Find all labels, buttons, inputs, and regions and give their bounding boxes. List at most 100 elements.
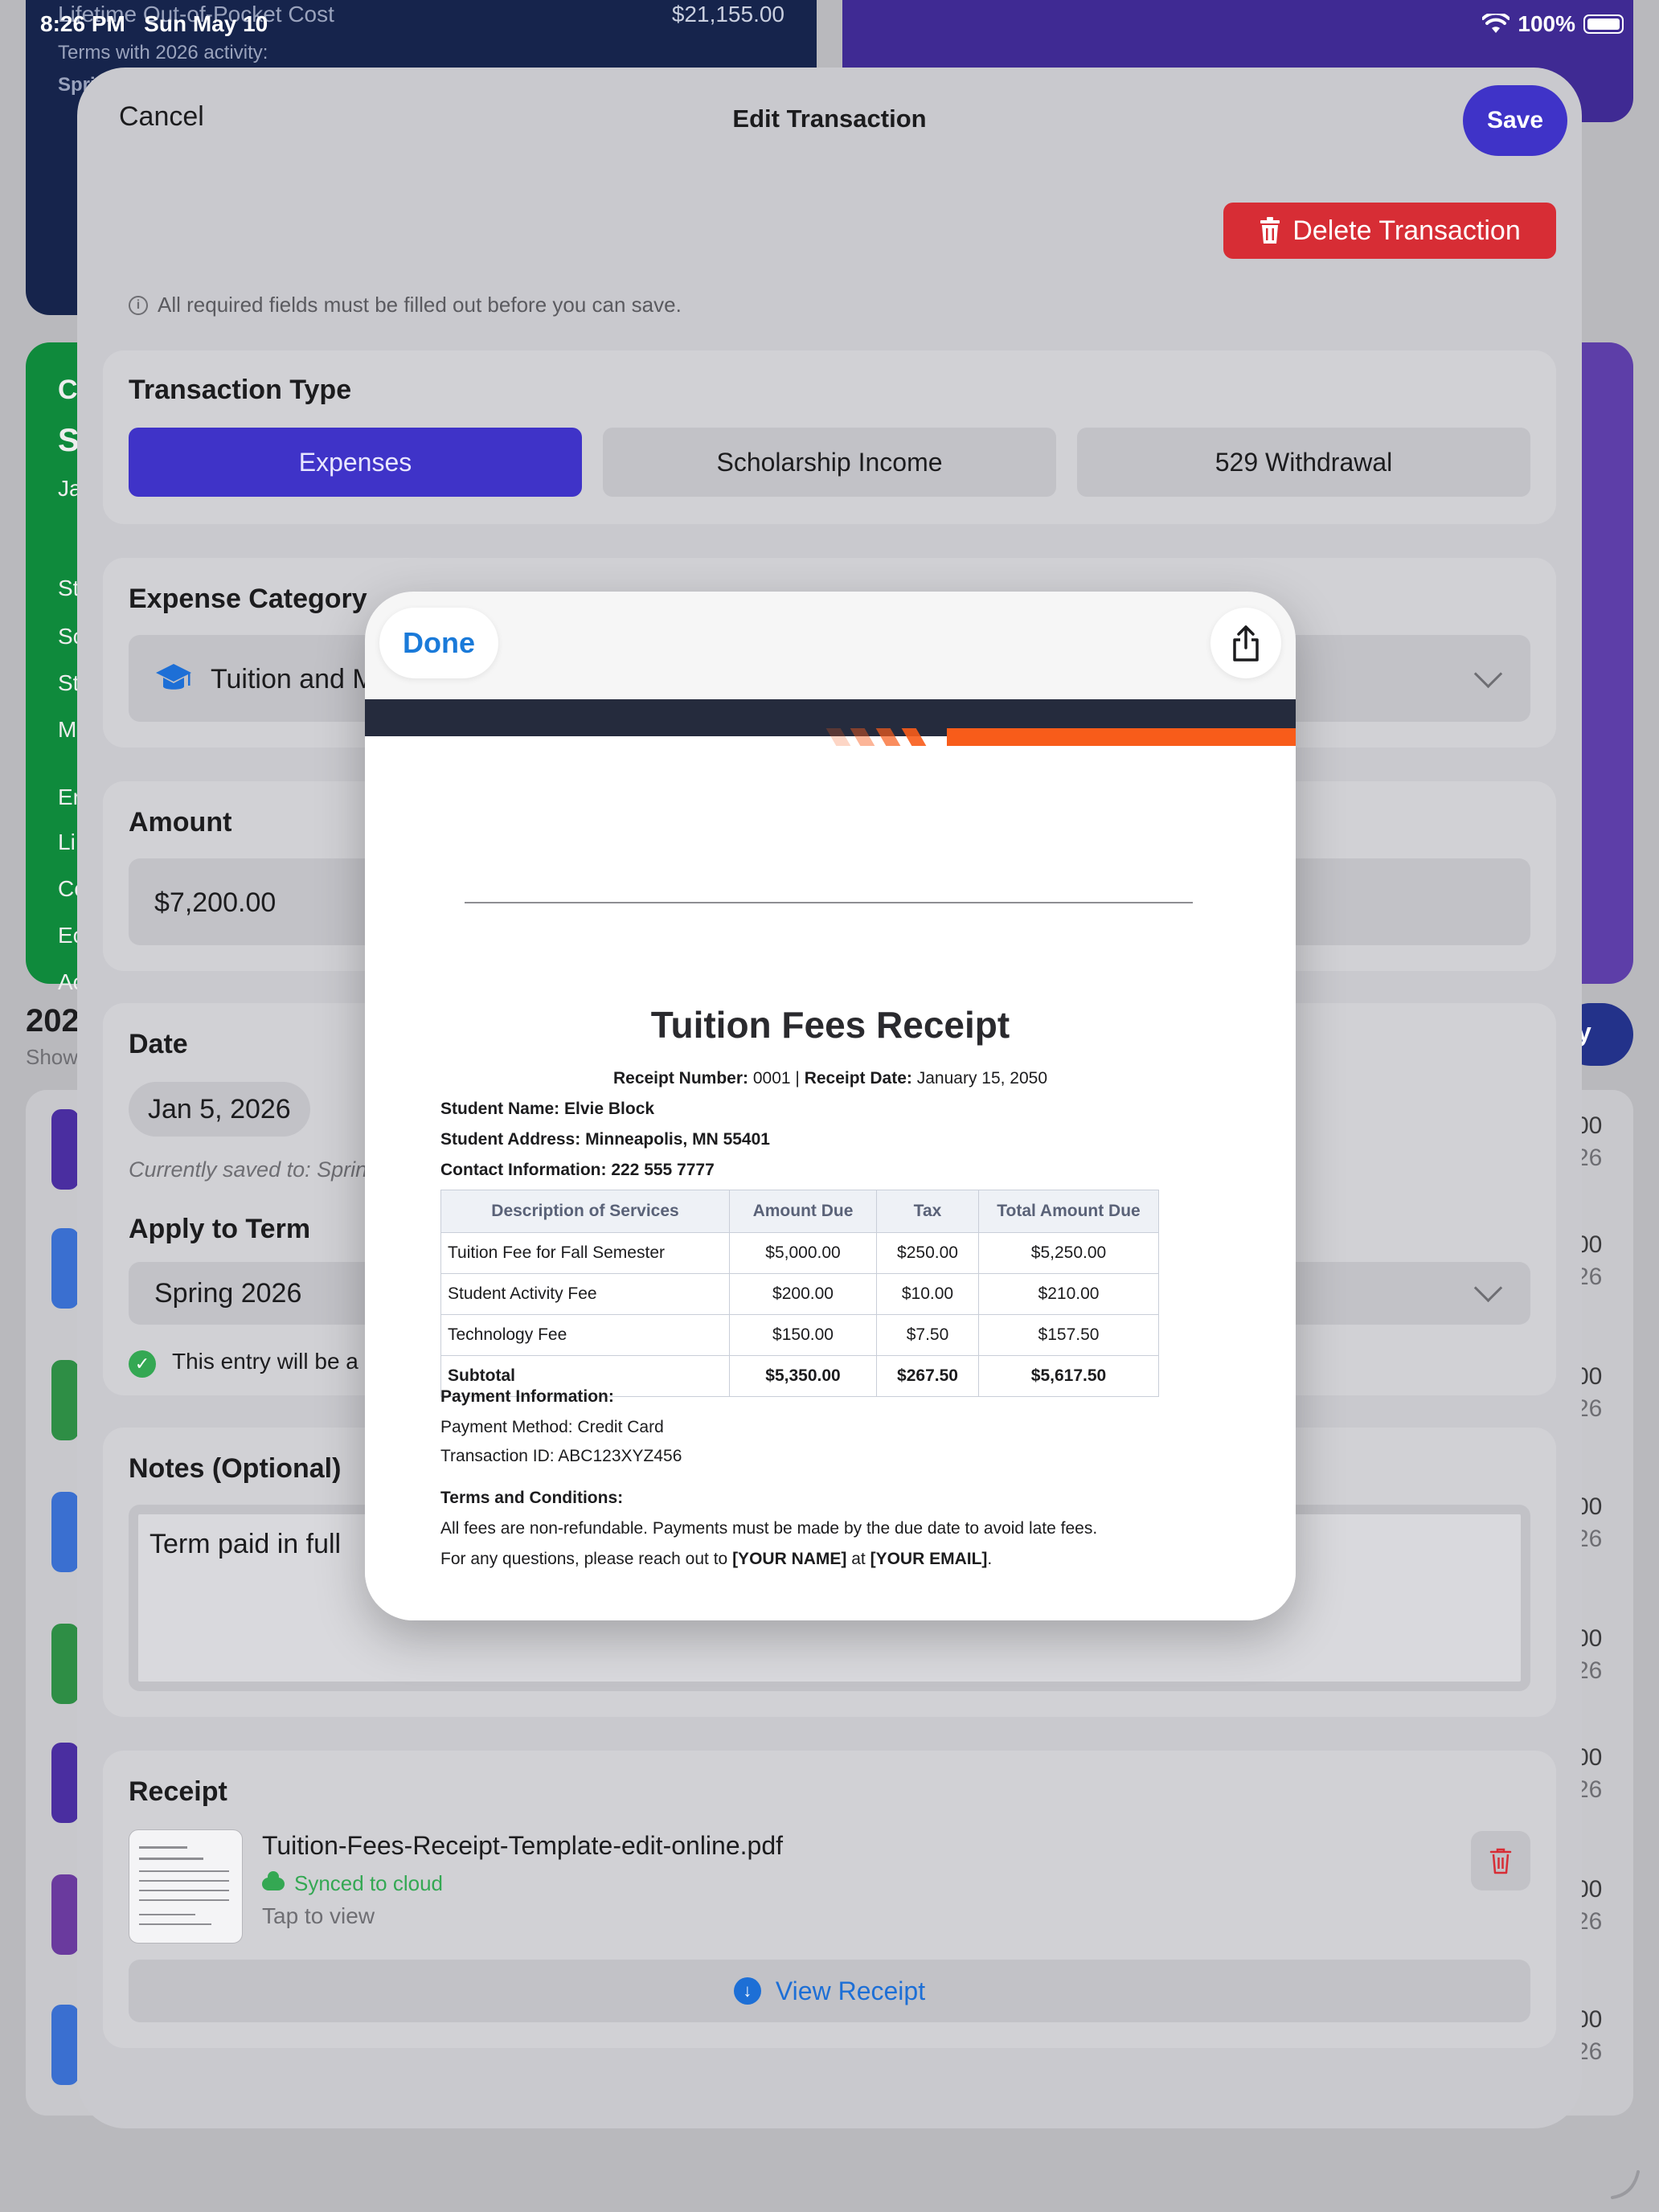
doc-terms-title: Terms and Conditions:	[440, 1489, 624, 1507]
type-529-withdrawal-tab[interactable]: 529 Withdrawal	[1077, 428, 1530, 497]
required-fields-text: All required fields must be filled out b…	[158, 293, 682, 317]
wifi-icon	[1482, 14, 1510, 33]
green-card-letter: C	[58, 375, 78, 405]
doc-title: Tuition Fees Receipt	[650, 1004, 1010, 1046]
table-cell: $267.50	[876, 1355, 979, 1397]
receipt-file-name[interactable]: Tuition-Fees-Receipt-Template-edit-onlin…	[262, 1831, 783, 1861]
date-picker-button[interactable]: Jan 5, 2026	[129, 1082, 310, 1137]
table-cell: $5,350.00	[729, 1355, 877, 1397]
doc-student-name: Student Name: Elvie Block	[440, 1100, 655, 1118]
trash-icon	[1489, 1848, 1512, 1874]
status-indicators: 100%	[1482, 11, 1624, 37]
your-name-placeholder: [YOUR NAME]	[732, 1550, 847, 1568]
row-icon	[51, 1743, 79, 1823]
table-cell: $5,000.00	[729, 1232, 877, 1274]
thumb-line	[139, 1899, 229, 1901]
apply-to-term-title: Apply to Term	[129, 1214, 311, 1244]
row-icon	[51, 1874, 79, 1955]
row-icon	[51, 1228, 79, 1309]
questions-prefix: For any questions, please reach out to	[440, 1550, 728, 1568]
table-header: Total Amount Due	[978, 1190, 1159, 1233]
table-header: Description of Services	[440, 1190, 730, 1233]
status-date: Sun May 10	[144, 11, 268, 36]
table-header: Tax	[876, 1190, 979, 1233]
table-row: Tuition Fee for Fall Semester $5,000.00 …	[440, 1232, 1159, 1274]
row-icon	[51, 1492, 79, 1572]
type-scholarship-tab[interactable]: Scholarship Income	[603, 428, 1056, 497]
row-icon	[51, 1624, 79, 1704]
chevron-down-icon	[1473, 1273, 1503, 1303]
battery-icon	[1583, 14, 1624, 34]
thumb-line	[139, 1880, 229, 1882]
entry-applied-note: This entry will be a	[172, 1349, 358, 1374]
sheet-header: Cancel Edit Transaction Save	[77, 68, 1582, 172]
share-button[interactable]	[1210, 608, 1281, 678]
doc-payment-info-title: Payment Information:	[440, 1387, 614, 1406]
receipt-number: 0001	[752, 1069, 791, 1088]
questions-at: at	[851, 1550, 866, 1568]
resize-handle-icon	[1611, 2170, 1640, 2199]
table-cell: $10.00	[876, 1273, 979, 1315]
show-label: Show	[26, 1045, 79, 1069]
save-button[interactable]: Save	[1463, 85, 1567, 156]
doc-divider	[465, 902, 1193, 903]
thumb-line	[139, 1923, 211, 1925]
delete-transaction-button[interactable]: Delete Transaction	[1223, 203, 1556, 259]
green-card-letter: Li	[58, 830, 76, 854]
thumb-line	[139, 1914, 195, 1915]
remove-receipt-button[interactable]	[1471, 1831, 1530, 1890]
receipt-document: Tuition Fees Receipt Receipt Number: 000…	[365, 699, 1296, 1620]
receipt-number-label: Receipt Number:	[612, 1069, 748, 1088]
table-header: Amount Due	[729, 1190, 877, 1233]
notes-title: Notes (Optional)	[129, 1453, 342, 1484]
graduation-cap-icon	[156, 664, 191, 690]
doc-transaction-id: Transaction ID: ABC123XYZ456	[440, 1447, 682, 1465]
status-clock: 8:26 PM	[40, 11, 125, 36]
receipt-preview-modal: Done Tuition Fees Receipt Receipt Number…	[365, 592, 1296, 1620]
doc-contact-info: Contact Information: 222 555 7777	[440, 1161, 715, 1179]
amount-value: $7,200.00	[154, 887, 276, 918]
checkmark-icon: ✓	[129, 1350, 156, 1378]
doc-payment-method: Payment Method: Credit Card	[440, 1418, 664, 1436]
table-cell: Technology Fee	[440, 1314, 730, 1356]
table-cell: $200.00	[729, 1273, 877, 1315]
delete-transaction-label: Delete Transaction	[1292, 215, 1521, 246]
share-icon	[1233, 625, 1259, 662]
doc-accent-bar	[947, 728, 1296, 746]
sync-status: Synced to cloud	[262, 1870, 444, 1896]
receipt-thumbnail[interactable]	[129, 1829, 243, 1944]
term-value: Spring 2026	[154, 1278, 302, 1309]
table-cell: Student Activity Fee	[440, 1273, 730, 1315]
date-title: Date	[129, 1029, 188, 1059]
table-cell: Tuition Fee for Fall Semester	[440, 1232, 730, 1274]
table-cell: $157.50	[978, 1314, 1159, 1356]
fees-table: Description of Services Amount Due Tax T…	[440, 1190, 1159, 1397]
type-expenses-tab[interactable]: Expenses	[129, 428, 582, 497]
cloud-icon	[262, 1870, 285, 1890]
thumb-line	[139, 1858, 203, 1860]
view-receipt-button[interactable]: ↓ View Receipt	[129, 1960, 1530, 2022]
green-card-letter: St	[58, 670, 80, 695]
table-row: Student Activity Fee $200.00 $10.00 $210…	[440, 1273, 1159, 1315]
receipt-section: Receipt Tuition-Fees-Receipt-Template-ed…	[103, 1751, 1556, 2048]
thumb-line	[139, 1870, 229, 1872]
transaction-type-title: Transaction Type	[129, 375, 352, 405]
table-header-row: Description of Services Amount Due Tax T…	[440, 1190, 1159, 1233]
doc-receipt-meta: Receipt Number: 0001 | Receipt Date: Jan…	[612, 1069, 1048, 1088]
tap-to-view-hint: Tap to view	[262, 1903, 375, 1928]
expense-category-title: Expense Category	[129, 584, 367, 614]
green-card-letter: St	[58, 576, 80, 600]
view-receipt-label: View Receipt	[775, 1976, 926, 2005]
chevron-down-icon	[1473, 659, 1503, 689]
sync-status-text: Synced to cloud	[294, 1871, 444, 1895]
receipt-title: Receipt	[129, 1776, 227, 1807]
receipt-date-label: Receipt Date:	[804, 1069, 912, 1088]
battery-percent: 100%	[1518, 11, 1575, 36]
row-icon	[51, 1360, 79, 1440]
table-cell: $250.00	[876, 1232, 979, 1274]
lifetime-cost-value: $21,155.00	[671, 2, 784, 27]
doc-terms-text: All fees are non-refundable. Payments mu…	[440, 1519, 1098, 1538]
done-button[interactable]: Done	[379, 608, 498, 678]
notes-value: Term paid in full	[150, 1529, 342, 1559]
table-cell: $5,617.50	[978, 1355, 1159, 1397]
